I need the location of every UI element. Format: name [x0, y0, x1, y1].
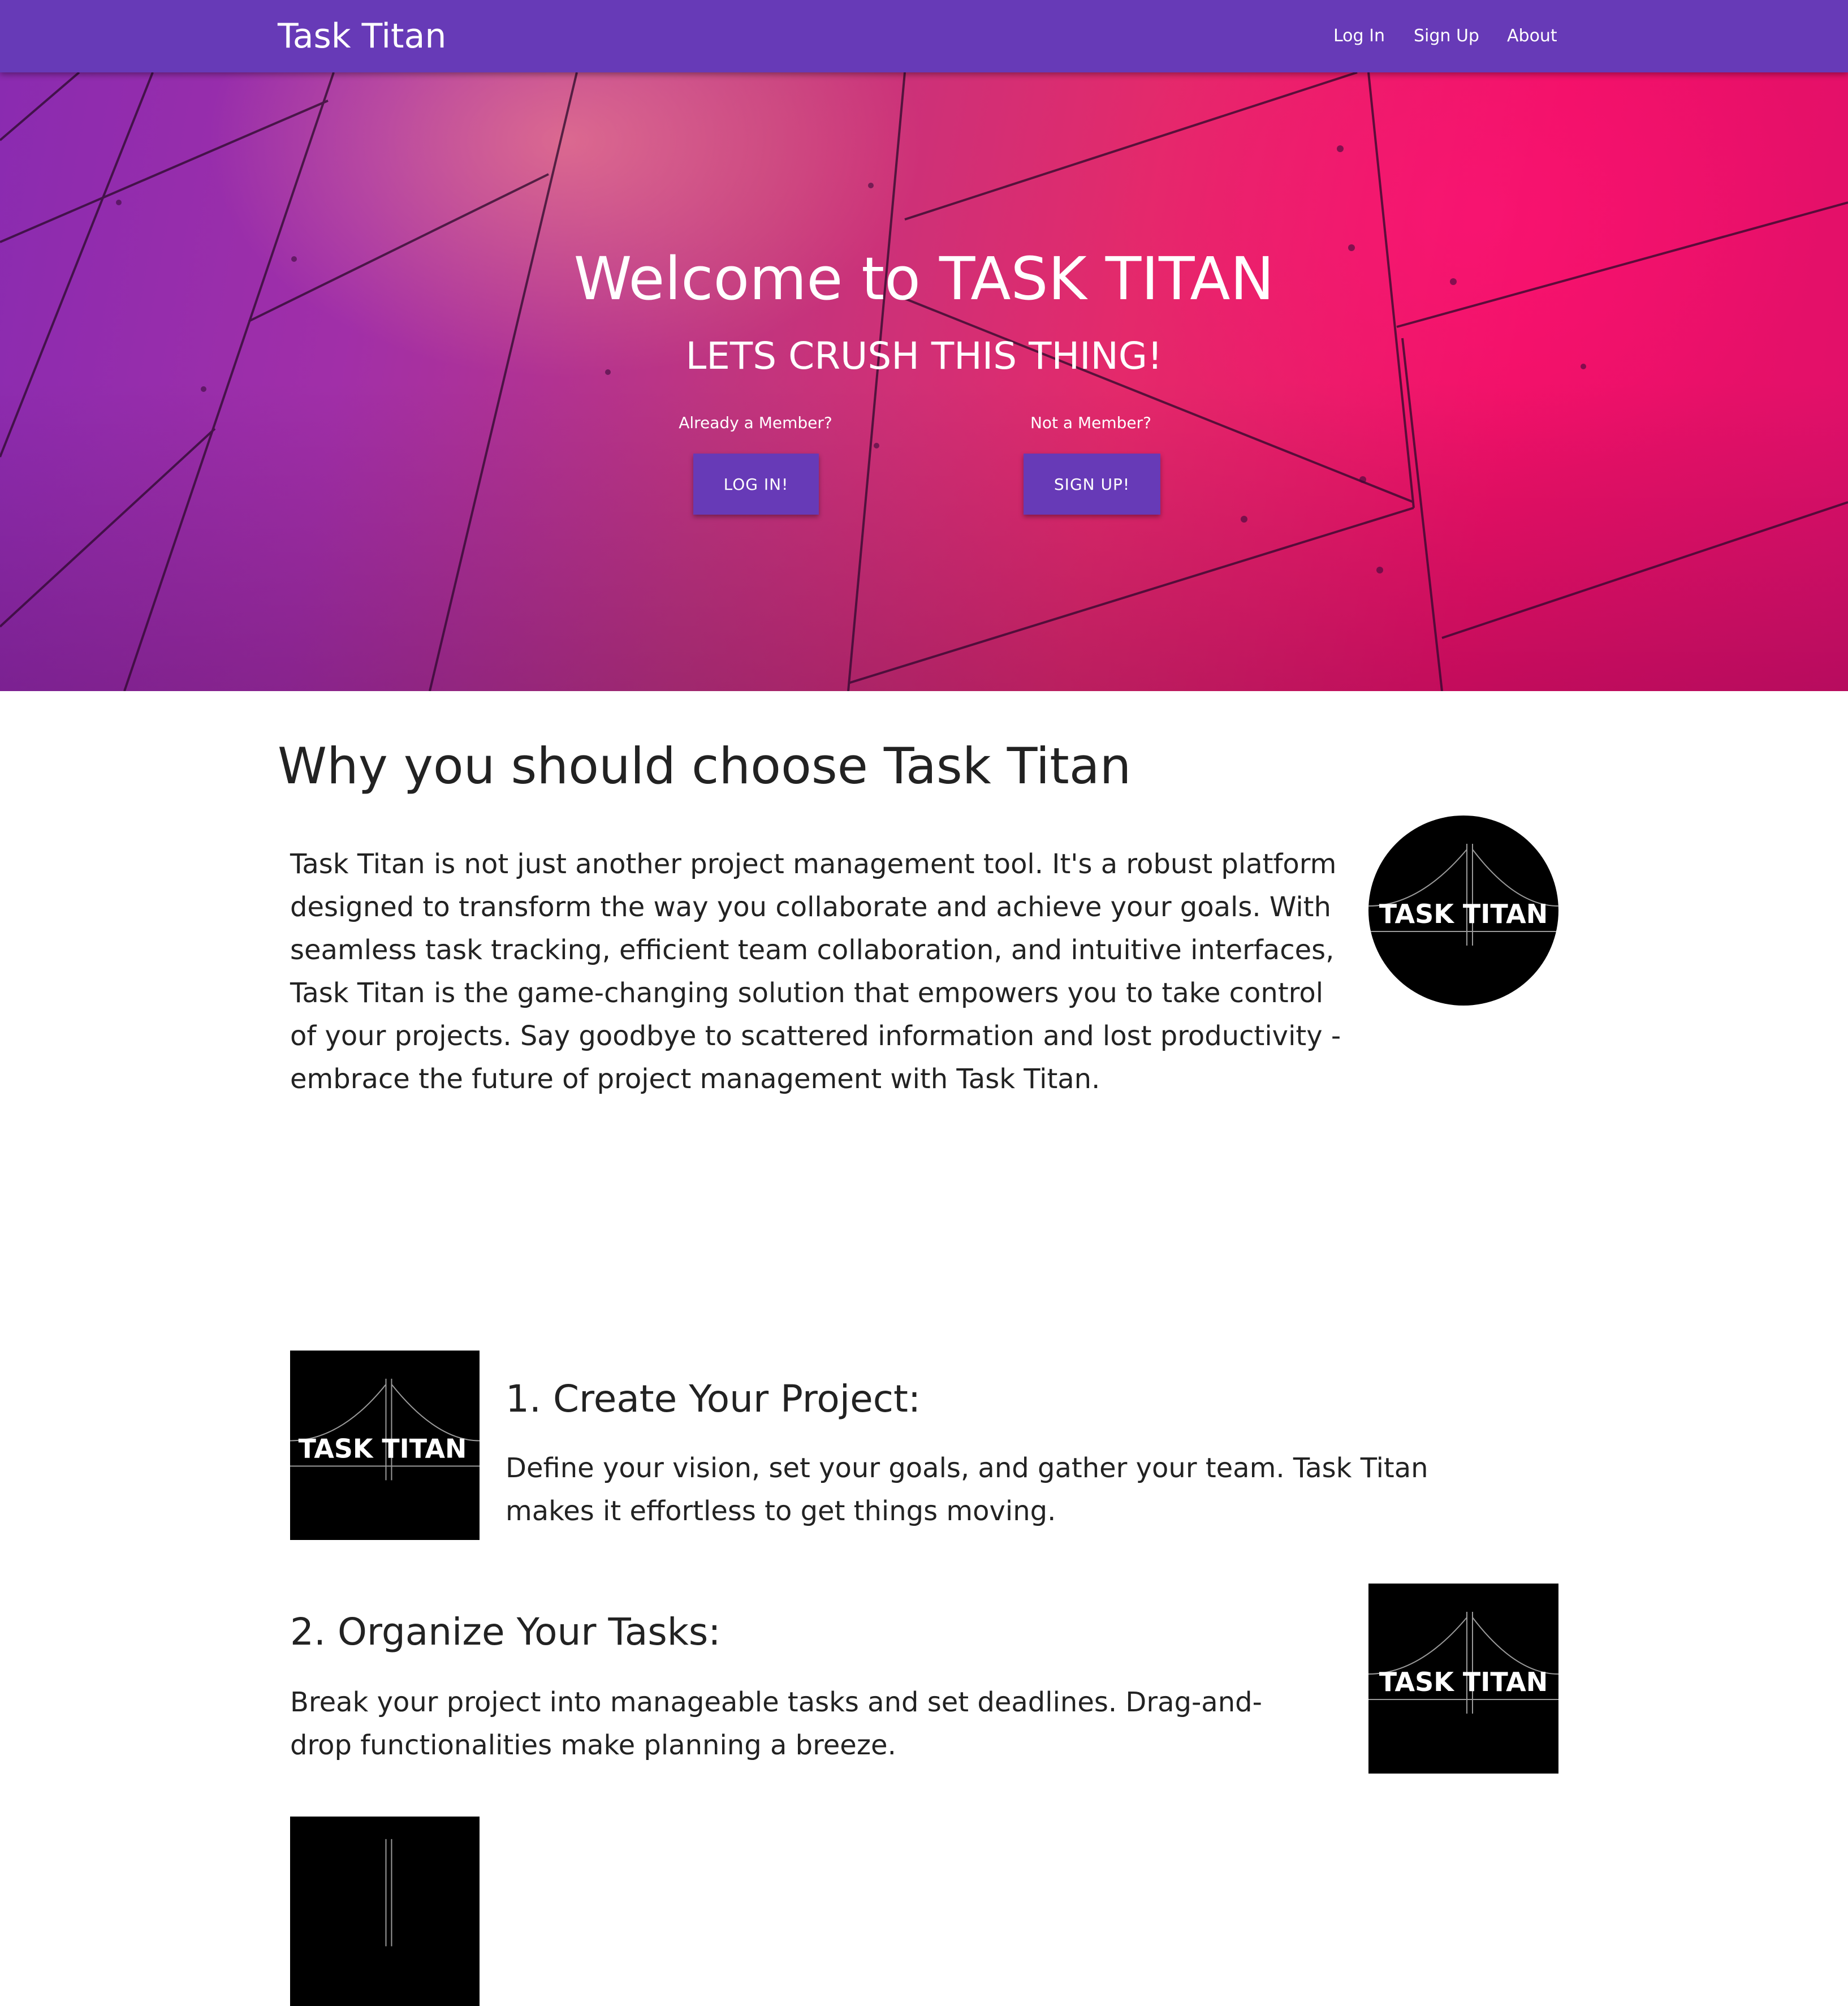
why-section-title: Why you should choose Task Titan — [278, 737, 1132, 795]
task-titan-logo-circle: TASK TITAN — [1368, 816, 1558, 1006]
signup-prompt: Not a Member? — [1030, 413, 1152, 432]
bridge-logo-icon: TASK TITAN — [1368, 844, 1558, 946]
bridge-logo-icon: TASK TITAN — [1368, 1612, 1558, 1714]
svg-text:TASK TITAN: TASK TITAN — [1379, 899, 1548, 929]
bridge-logo-icon — [385, 1839, 392, 1947]
step-2-text: Break your project into manageable tasks… — [290, 1686, 1262, 1761]
hero-banner: Welcome to TASK TITAN LETS CRUSH THIS TH… — [0, 72, 1848, 691]
task-titan-logo-square: TASK TITAN — [1368, 1584, 1558, 1774]
task-titan-logo-square: TASK TITAN — [290, 1351, 480, 1540]
bridge-logo-icon: TASK TITAN — [290, 1378, 480, 1481]
hero-title: Welcome to TASK TITAN — [573, 244, 1275, 313]
step-2-title: 2. Organize Your Tasks: — [290, 1610, 721, 1654]
svg-text:TASK TITAN: TASK TITAN — [1379, 1667, 1548, 1697]
nav-signup-link[interactable]: Sign Up — [1414, 25, 1479, 48]
hero-shade-overlay — [0, 72, 1848, 691]
top-navbar: Task Titan Log In Sign Up About — [0, 0, 1848, 72]
hero-login-button[interactable]: LOG IN! — [693, 454, 819, 515]
nav-login-link[interactable]: Log In — [1333, 25, 1385, 48]
step-1-title: 1. Create Your Project: — [506, 1377, 921, 1421]
nav-about-link[interactable]: About — [1507, 25, 1557, 48]
step-1-text: Define your vision, set your goals, and … — [506, 1452, 1428, 1527]
svg-text:TASK TITAN: TASK TITAN — [299, 1433, 467, 1464]
brand-link[interactable]: Task Titan — [278, 16, 446, 57]
task-titan-logo-square — [290, 1817, 480, 2006]
hero-subtitle: LETS CRUSH THIS THING! — [685, 334, 1163, 378]
login-prompt: Already a Member? — [679, 413, 832, 432]
why-section-text: Task Titan is not just another project m… — [290, 848, 1341, 1095]
hero-signup-button[interactable]: SIGN UP! — [1024, 454, 1160, 515]
